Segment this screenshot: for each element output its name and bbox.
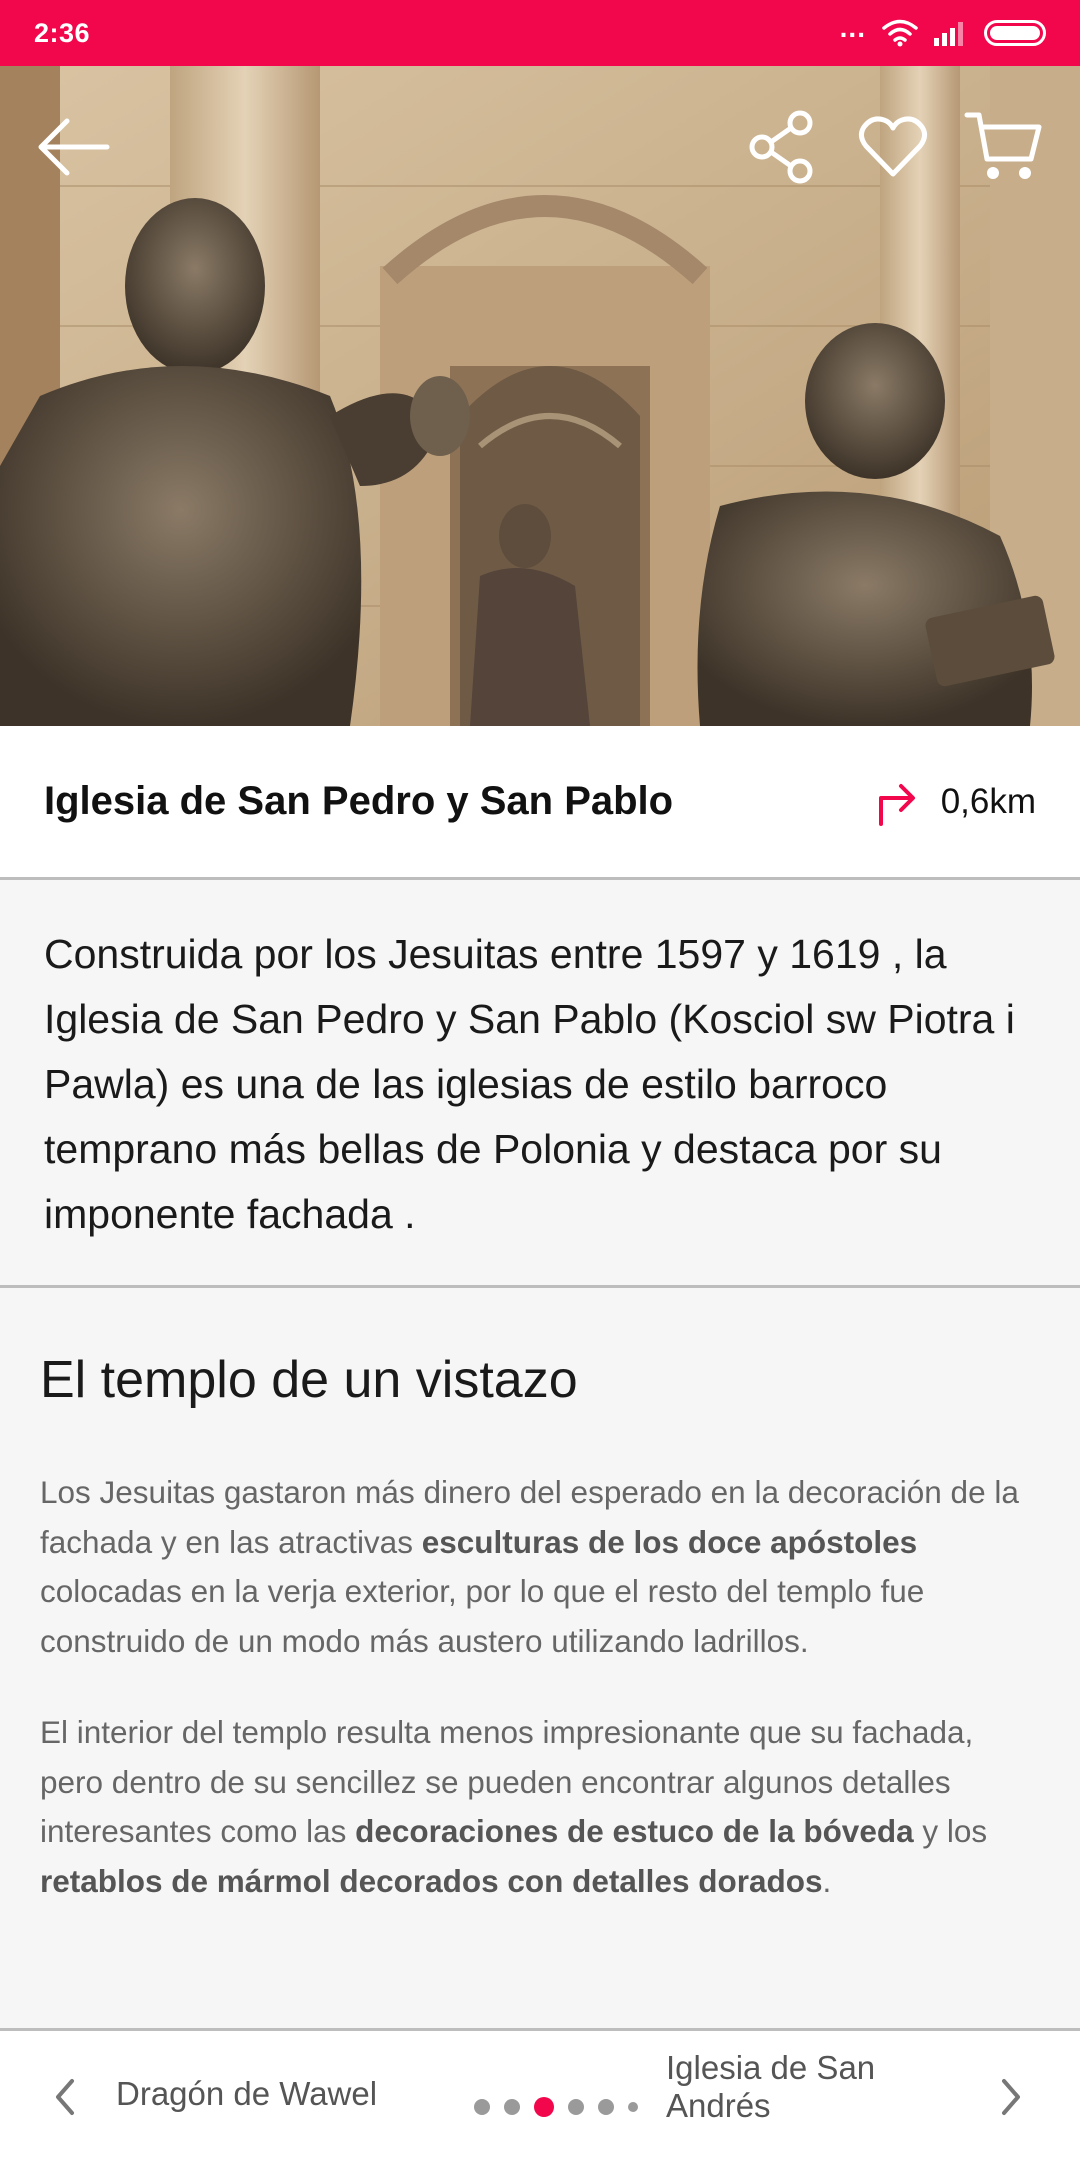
page-dot: [628, 2102, 638, 2112]
highlight-text: retablos de mármol decorados con detalle…: [40, 1862, 823, 1899]
wifi-icon: [882, 19, 918, 47]
distance-indicator[interactable]: 0,6km: [875, 778, 1036, 826]
favorite-button[interactable]: [850, 104, 936, 190]
status-time: 2:36: [34, 17, 91, 48]
status-icons: ...: [840, 14, 1046, 47]
share-button[interactable]: [740, 104, 826, 190]
page-dot: [474, 2099, 490, 2115]
back-button[interactable]: [30, 104, 116, 190]
page-dot: [568, 2099, 584, 2115]
section-heading: El templo de un vistazo: [40, 1351, 578, 1409]
back-arrow-icon: [38, 118, 110, 176]
chevron-left-icon: [56, 2079, 74, 2115]
highlight-text: esculturas de los doce apóstoles: [421, 1523, 918, 1560]
chevron-right-icon: [1002, 2079, 1020, 2115]
title-row: Iglesia de San Pedro y San Pablo 0,6km: [0, 726, 1080, 880]
highlight-text: decoraciones de estuco de la bóveda: [355, 1813, 914, 1849]
text-span: .: [822, 1862, 832, 1899]
battery-icon: [984, 20, 1046, 46]
intro-section: Construida por los Jesuitas entre 1597 y…: [0, 880, 1080, 1288]
hero-image: [0, 66, 1080, 726]
signal-icon: [934, 22, 963, 46]
next-item-label[interactable]: Iglesia de San Andrés: [666, 2049, 966, 2125]
page-dot: [504, 2099, 520, 2115]
distance-value: 0,6km: [940, 781, 1036, 821]
turn-right-arrow-icon: [878, 783, 915, 826]
bottom-navigation: Dragón de Wawel Iglesia de San Andrés: [0, 2028, 1080, 2160]
page-title: Iglesia de San Pedro y San Pablo: [44, 779, 674, 823]
pagination-dots: [474, 2097, 638, 2117]
heart-icon: [858, 116, 928, 177]
intro-text: Construida por los Jesuitas entre 1597 y…: [44, 931, 1015, 1237]
text-span: y los: [913, 1813, 988, 1849]
cart-icon: [964, 112, 1042, 179]
content-section: El templo de un vistazo Los Jesuitas gas…: [0, 1288, 1080, 2030]
paragraph-interior: El interior del templo resulta menos imp…: [40, 1708, 1040, 1906]
status-bar: 2:36 ...: [0, 0, 1080, 66]
status-dots: ...: [839, 12, 866, 43]
page-dot-active: [534, 2097, 554, 2117]
page-dot: [598, 2099, 614, 2115]
next-button[interactable]: [996, 2075, 1026, 2124]
share-icon: [749, 110, 813, 184]
cart-button[interactable]: [960, 104, 1046, 190]
prev-button[interactable]: [50, 2075, 80, 2124]
paragraph-facade: Los Jesuitas gastaron más dinero del esp…: [40, 1468, 1040, 1666]
prev-item-label[interactable]: Dragón de Wawel: [116, 2075, 377, 2113]
text-span: colocadas en la verja exterior, por lo q…: [40, 1573, 925, 1659]
